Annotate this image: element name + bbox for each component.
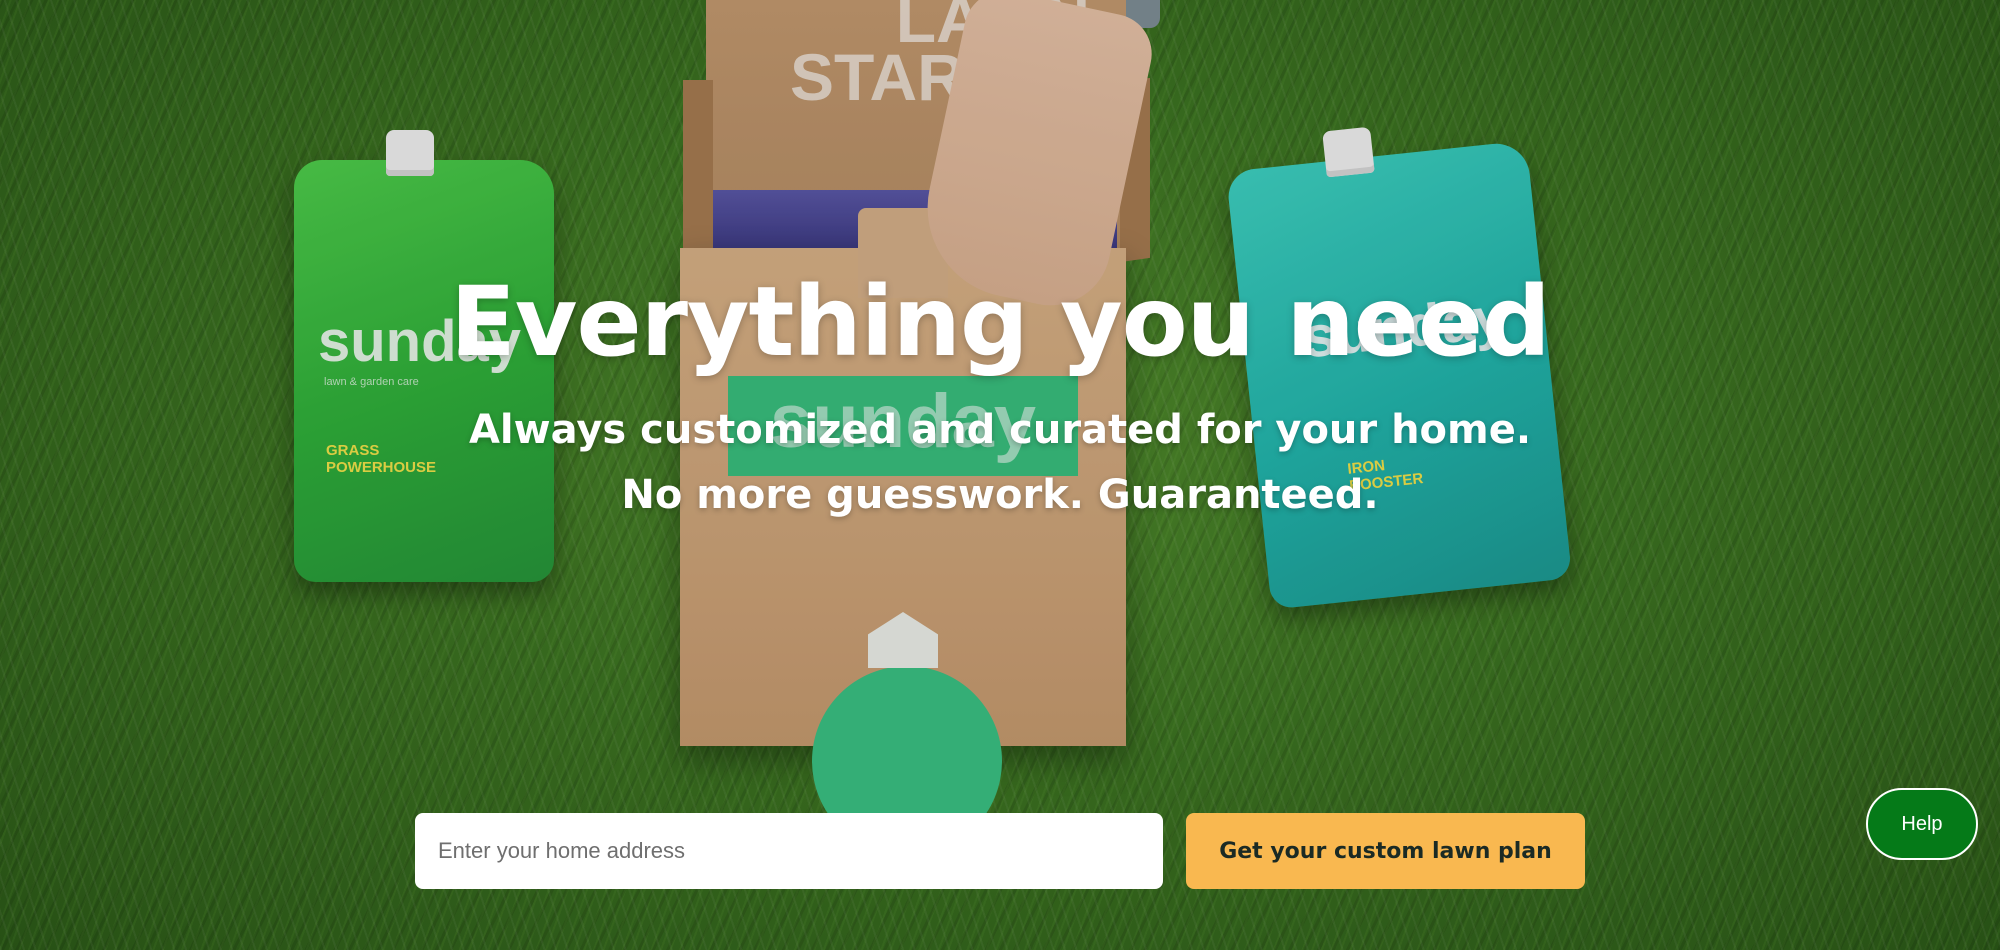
help-button[interactable]: Help bbox=[1866, 788, 1978, 860]
get-custom-lawn-plan-button[interactable]: Get your custom lawn plan bbox=[1186, 813, 1585, 889]
hero-subheading-line-2: No more guesswork. Guaranteed. bbox=[621, 472, 1379, 518]
hero-section: LAWN STARTER KIT sunday sunday lawn & ga… bbox=[0, 0, 2000, 950]
address-form: Get your custom lawn plan bbox=[415, 813, 1585, 891]
hero-headline: Everything you need bbox=[450, 266, 1550, 378]
home-address-input[interactable] bbox=[415, 813, 1163, 889]
hero-subheading-line-1: Always customized and curated for your h… bbox=[468, 407, 1532, 453]
